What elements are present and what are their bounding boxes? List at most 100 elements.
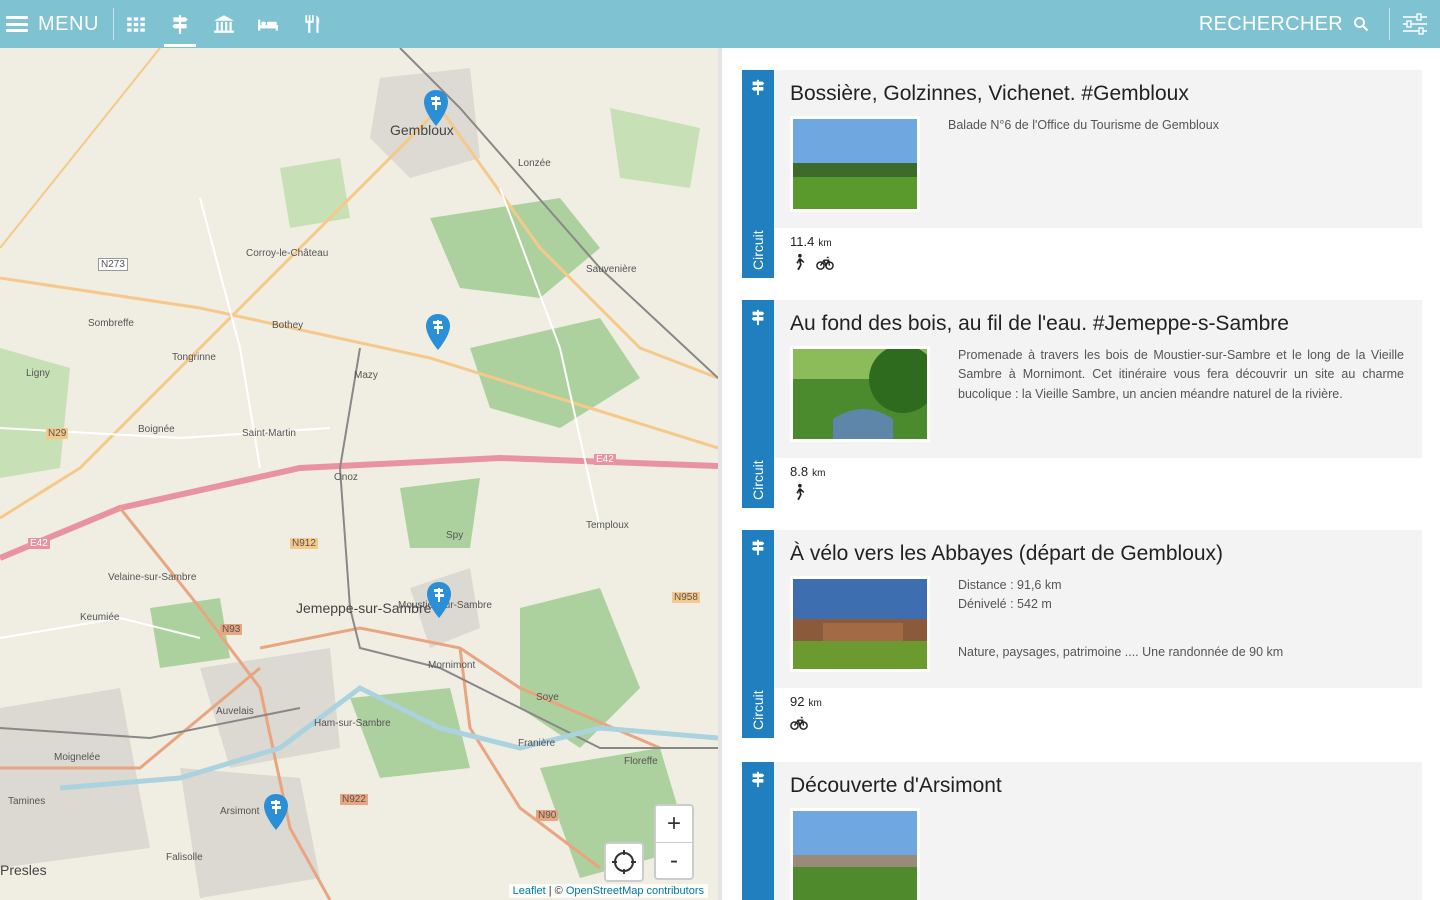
map-town-label: Keumiée — [80, 612, 120, 623]
village-photo — [793, 811, 917, 900]
result-card[interactable]: Circuit Bossière, Golzinnes, Vichenet. #… — [742, 70, 1422, 278]
distance-unit: km — [812, 468, 826, 479]
category-lodging-button[interactable] — [246, 0, 290, 48]
card-type-label: Circuit — [750, 460, 766, 500]
zoom-control: + - — [654, 804, 694, 880]
leaflet-link[interactable]: Leaflet — [513, 885, 546, 897]
distance-value: 11.4 — [790, 234, 815, 249]
map-town-label: Bothey — [272, 320, 304, 331]
road-label: N273 — [98, 258, 128, 271]
menu-label: MENU — [38, 12, 99, 35]
map-town-label: Spy — [446, 530, 464, 541]
distance-unit: km — [818, 238, 832, 249]
card-distance: 11.4 km — [790, 234, 1422, 249]
card-description-line: Dénivelé : 542 m — [958, 597, 1052, 612]
map-town-label: Tongrinne — [172, 352, 216, 363]
category-museum-button[interactable] — [202, 0, 246, 48]
map-town-label: Mazy — [354, 370, 378, 381]
card-description: Distance : 91,6 km Dénivelé : 542 m Natu… — [958, 576, 1404, 672]
card-thumbnail[interactable] — [790, 576, 930, 672]
card-description: Promenade à travers les bois de Moustier… — [958, 348, 1404, 401]
map-marker[interactable] — [263, 794, 289, 830]
search-label: RECHERCHER — [1198, 12, 1343, 35]
road-label: N93 — [220, 624, 243, 635]
card-type-band — [742, 762, 774, 900]
category-grid-button[interactable] — [114, 0, 158, 48]
card-thumbnail[interactable] — [790, 116, 920, 212]
attribution-separator: | © — [545, 885, 566, 897]
card-thumbnail[interactable] — [790, 346, 930, 442]
bicycle-icon — [790, 716, 808, 730]
map-town-label: Tamines — [8, 796, 46, 807]
road-label: N90 — [536, 810, 559, 821]
card-title[interactable]: Au fond des bois, au fil de l'eau. #Jeme… — [790, 312, 1404, 336]
card-distance: 92 km — [790, 694, 1422, 709]
map-town-label: Presles — [0, 862, 47, 878]
bicycle-icon — [816, 256, 834, 270]
card-description: Balade N°6 de l'Office du Tourisme de Ge… — [948, 118, 1219, 132]
card-title[interactable]: À vélo vers les Abbayes (départ de Gembl… — [790, 542, 1404, 566]
distance-value: 92 — [790, 694, 805, 709]
map-marker[interactable] — [426, 582, 452, 618]
zoom-out-button[interactable]: - — [656, 842, 692, 878]
map-town-label: Sombreffe — [88, 318, 134, 329]
grid-icon — [127, 17, 145, 32]
abbey-photo — [793, 579, 927, 669]
results-list[interactable]: Circuit Bossière, Golzinnes, Vichenet. #… — [718, 48, 1440, 900]
road-label: E42 — [594, 454, 616, 465]
road-label: N922 — [340, 794, 368, 805]
map-marker[interactable] — [423, 90, 449, 126]
walking-icon — [796, 253, 805, 271]
distance-unit: km — [808, 698, 822, 709]
map-town-label: Mornimont — [428, 660, 476, 671]
card-type-label: Circuit — [750, 690, 766, 730]
fork-knife-icon — [305, 15, 320, 33]
hamburger-icon — [6, 16, 28, 32]
walking-icon — [796, 483, 805, 501]
map-view[interactable]: Gembloux Lonzée Corroy-le-Château Sauven… — [0, 48, 718, 900]
road-label: N29 — [46, 428, 69, 439]
map-town-label: Ligny — [26, 368, 50, 379]
map-town-label: Floreffe — [624, 756, 658, 767]
menu-button[interactable]: MENU — [0, 0, 113, 48]
map-tiles — [0, 48, 718, 900]
result-card[interactable]: Circuit À vélo vers les Abbayes (départ … — [742, 530, 1422, 738]
crosshair-icon — [612, 850, 636, 874]
road-label: E42 — [28, 538, 50, 549]
locate-button[interactable] — [604, 842, 644, 882]
card-distance: 8.8 km — [790, 464, 1422, 479]
card-title[interactable]: Bossière, Golzinnes, Vichenet. #Gembloux — [790, 82, 1404, 106]
zoom-in-button[interactable]: + — [656, 806, 692, 842]
sliders-icon — [1403, 13, 1427, 35]
osm-link[interactable]: OpenStreetMap contributors — [566, 885, 704, 897]
map-town-label: Arsimont — [220, 806, 260, 817]
distance-value: 8.8 — [790, 464, 809, 479]
map-town-label: Falisolle — [166, 852, 203, 863]
card-thumbnail[interactable] — [790, 808, 920, 900]
map-town-label: Boignée — [138, 424, 175, 435]
landscape-photo — [793, 119, 917, 209]
map-town-label: Soye — [536, 692, 559, 703]
map-town-label: Lonzée — [518, 158, 551, 169]
map-town-label: Velaine-sur-Sambre — [108, 572, 197, 583]
filter-button[interactable] — [1390, 0, 1440, 48]
search-button[interactable]: RECHERCHER — [1179, 0, 1389, 48]
map-marker[interactable] — [425, 314, 451, 350]
map-town-label: Saint-Martin — [242, 428, 296, 439]
map-town-label: Auvelais — [216, 706, 254, 717]
result-card[interactable]: Découverte d'Arsimont — [742, 762, 1422, 900]
signpost-icon — [751, 539, 765, 556]
map-town-label: Sauvenière — [586, 264, 637, 275]
result-card[interactable]: Circuit Au fond des bois, au fil de l'ea… — [742, 300, 1422, 508]
map-town-label: Ham-sur-Sambre — [314, 718, 391, 729]
signpost-icon — [751, 771, 765, 788]
bed-icon — [257, 19, 278, 31]
map-town-label: Franière — [518, 738, 556, 749]
signpost-icon — [172, 15, 188, 34]
map-town-label: Moignelée — [54, 752, 101, 763]
map-attribution: Leaflet | © OpenStreetMap contributors — [508, 884, 708, 898]
category-restaurant-button[interactable] — [290, 0, 334, 48]
card-title[interactable]: Découverte d'Arsimont — [790, 774, 1404, 798]
category-trail-button[interactable] — [158, 0, 202, 48]
map-town-label: Corroy-le-Château — [246, 248, 329, 259]
